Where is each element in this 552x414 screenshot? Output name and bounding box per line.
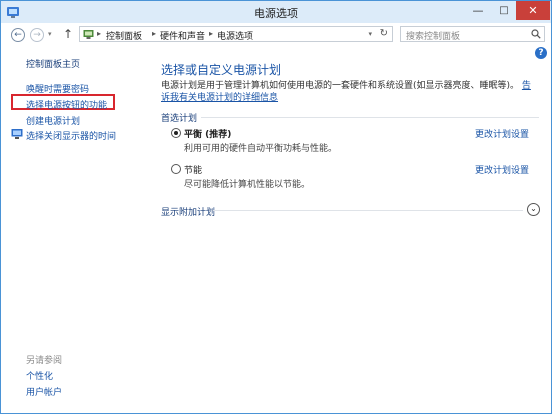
search-icon[interactable]	[531, 29, 541, 39]
plan-power-saver-desc: 尽可能降低计算机性能以节能。	[184, 180, 311, 190]
description-text: 电源计划是用于管理计算机如何使用电源的一套硬件和系统设置(如显示器亮度、睡眠等)…	[161, 81, 520, 91]
breadcrumb-power-options[interactable]: 电源选项	[217, 29, 253, 42]
power-options-window: 电源选项 — □ ✕ ← → ▾ ↑ ▸ 控制面板 ▸ 硬件和声音 ▸ 电源选项…	[0, 0, 552, 414]
navigation-bar: ← → ▾ ↑ ▸ 控制面板 ▸ 硬件和声音 ▸ 电源选项 ▾ ↻ 搜索控制面板	[1, 23, 551, 46]
search-box[interactable]: 搜索控制面板	[400, 26, 545, 42]
up-button[interactable]: ↑	[63, 27, 73, 41]
plan-power-saver-radio[interactable]	[171, 164, 181, 174]
plan-balanced-name[interactable]: 平衡 (推荐)	[184, 127, 231, 140]
forward-button[interactable]: →	[30, 28, 44, 42]
show-additional-plans-label[interactable]: 显示附加计划	[161, 205, 215, 218]
preferred-plans-label: 首选计划	[161, 114, 198, 124]
plan-power-saver-change-settings-link[interactable]: 更改计划设置	[475, 163, 529, 176]
help-icon[interactable]: ?	[535, 47, 547, 59]
plan-power-saver-name[interactable]: 节能	[184, 163, 202, 176]
breadcrumb-hardware-sound[interactable]: 硬件和声音	[160, 29, 205, 42]
divider	[213, 210, 523, 211]
sidebar: 控制面板主页 唤醒时需要密码 选择电源按钮的功能 创建电源计划 选择关闭显示器的…	[1, 46, 151, 414]
address-dropdown-icon[interactable]: ▾	[368, 30, 372, 38]
minimize-button[interactable]: —	[466, 1, 490, 20]
maximize-button[interactable]: □	[492, 1, 516, 20]
breadcrumb-separator[interactable]: ▸	[209, 29, 213, 38]
display-off-icon	[11, 129, 23, 139]
breadcrumb-separator[interactable]: ▸	[152, 29, 156, 38]
sidebar-item-user-accounts[interactable]: 用户帐户	[26, 385, 62, 398]
sidebar-control-panel-home[interactable]: 控制面板主页	[26, 57, 80, 70]
back-button[interactable]: ←	[11, 28, 25, 42]
control-panel-icon	[83, 30, 94, 39]
sidebar-item-display-off-time[interactable]: 选择关闭显示器的时间	[26, 129, 116, 142]
breadcrumb-control-panel[interactable]: 控制面板	[106, 29, 142, 42]
breadcrumb-separator: ▸	[97, 29, 102, 38]
divider	[201, 117, 539, 118]
expand-icon[interactable]: ⌄	[527, 203, 540, 216]
see-also-label: 另请参阅	[26, 356, 63, 366]
sidebar-item-create-plan[interactable]: 创建电源计划	[26, 114, 80, 127]
history-dropdown-icon[interactable]: ▾	[48, 30, 52, 38]
page-description: 电源计划是用于管理计算机如何使用电源的一套硬件和系统设置(如显示器亮度、睡眠等)…	[161, 80, 539, 104]
plan-balanced-desc: 利用可用的硬件自动平衡功耗与性能。	[184, 144, 338, 154]
address-bar[interactable]: ▸ 控制面板 ▸ 硬件和声音 ▸ 电源选项 ▾ ↻	[79, 26, 393, 42]
page-title: 选择或自定义电源计划	[161, 63, 282, 77]
search-placeholder: 搜索控制面板	[406, 32, 461, 42]
title-bar[interactable]: 电源选项 — □ ✕	[1, 1, 551, 23]
sidebar-item-power-buttons[interactable]: 选择电源按钮的功能	[26, 98, 107, 111]
close-button[interactable]: ✕	[516, 1, 550, 20]
refresh-icon[interactable]: ↻	[380, 28, 388, 39]
sidebar-item-personalization[interactable]: 个性化	[26, 369, 53, 382]
plan-balanced-radio[interactable]	[171, 128, 181, 138]
plan-balanced-change-settings-link[interactable]: 更改计划设置	[475, 127, 529, 140]
